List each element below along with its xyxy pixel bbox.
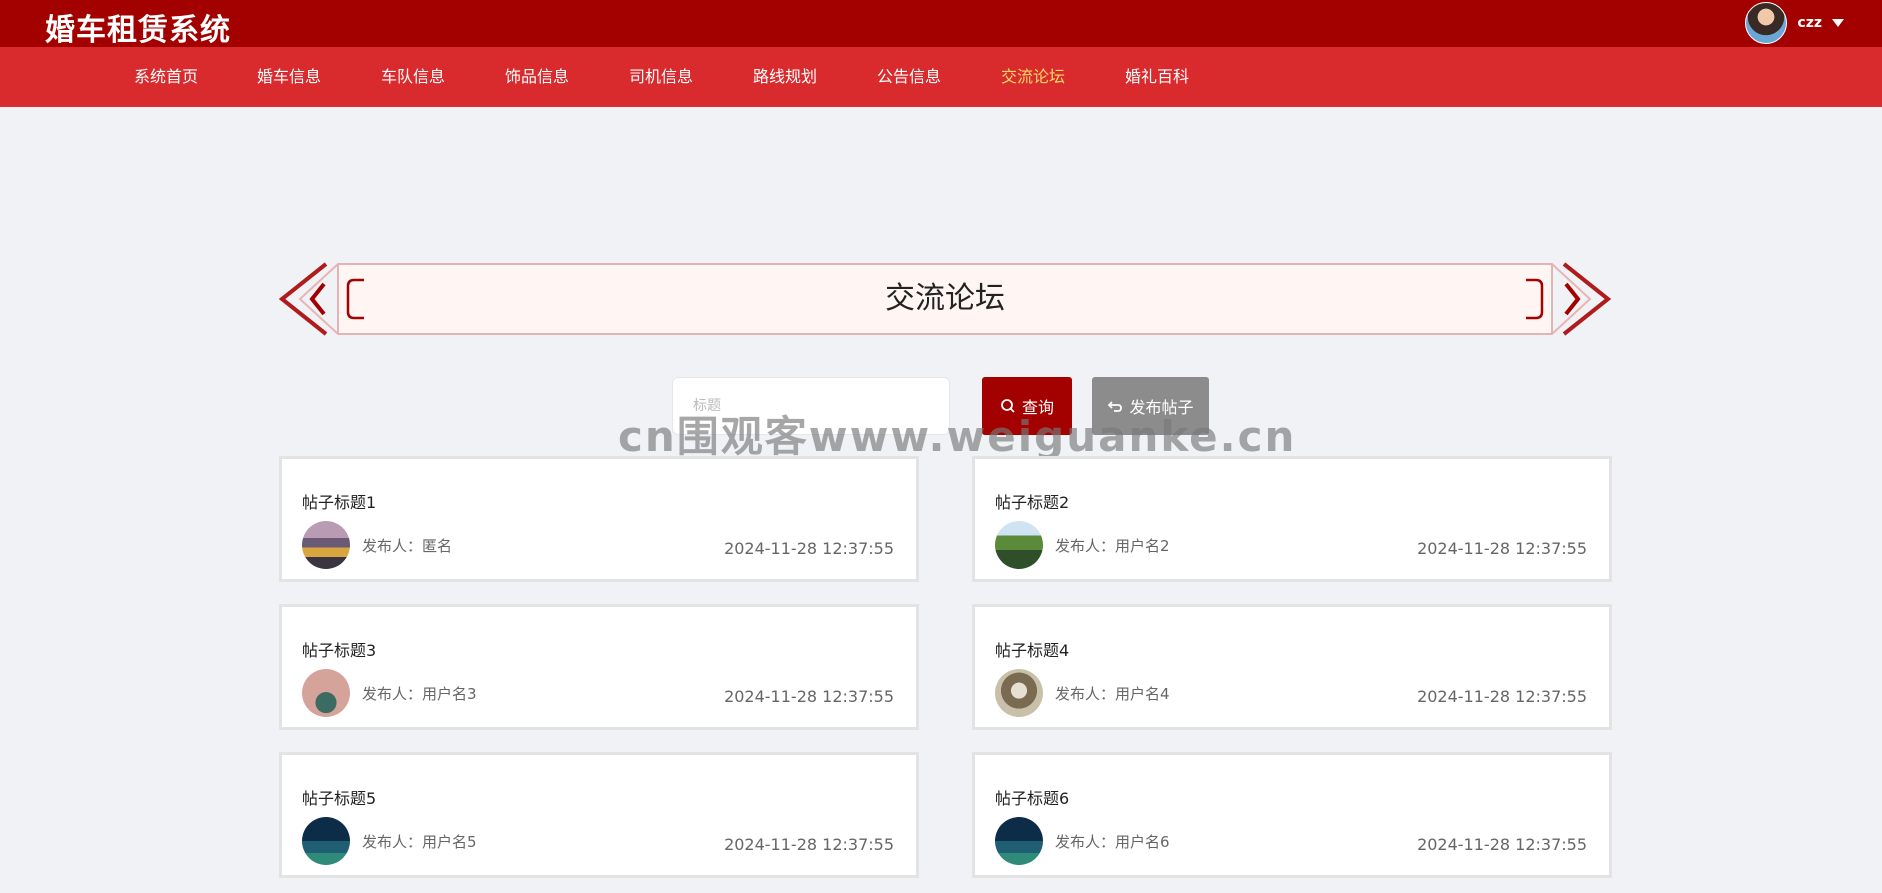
query-button-label: 查询 xyxy=(1021,398,1054,417)
page-title: 交流论坛 xyxy=(885,281,1005,316)
post-title[interactable]: 帖子标题5 xyxy=(302,785,376,809)
post-time: 2024-11-28 12:37:55 xyxy=(1417,687,1587,706)
post-avatar xyxy=(302,521,350,569)
post-avatar xyxy=(995,521,1043,569)
post-card[interactable]: 帖子标题1 发布人：匿名 2024-11-28 12:37:55 xyxy=(279,456,919,582)
post-card[interactable]: 帖子标题6 发布人：用户名6 2024-11-28 12:37:55 xyxy=(972,752,1612,878)
post-author: 发布人：匿名 xyxy=(362,537,453,555)
nav-item-wedding-cars[interactable]: 婚车信息 xyxy=(257,47,321,107)
nav-item-fleet[interactable]: 车队信息 xyxy=(381,47,445,107)
search-icon xyxy=(1001,399,1015,413)
nav-item-home[interactable]: 系统首页 xyxy=(134,47,198,107)
query-button[interactable]: 查询 xyxy=(982,377,1072,435)
post-avatar xyxy=(995,817,1043,865)
user-avatar[interactable] xyxy=(1745,2,1788,44)
post-time: 2024-11-28 12:37:55 xyxy=(724,687,894,706)
post-card[interactable]: 帖子标题4 发布人：用户名4 2024-11-28 12:37:55 xyxy=(972,604,1612,730)
post-author: 发布人：用户名4 xyxy=(1055,685,1170,703)
post-time: 2024-11-28 12:37:55 xyxy=(724,539,894,558)
post-topic-button[interactable]: 发布帖子 xyxy=(1092,377,1209,435)
post-title[interactable]: 帖子标题2 xyxy=(995,489,1069,513)
post-avatar xyxy=(302,817,350,865)
post-title[interactable]: 帖子标题3 xyxy=(302,637,376,661)
user-name[interactable]: czz xyxy=(1797,15,1822,31)
nav-item-notices[interactable]: 公告信息 xyxy=(877,47,941,107)
post-avatar xyxy=(302,669,350,717)
nav-item-routes[interactable]: 路线规划 xyxy=(753,47,817,107)
nav-item-forum[interactable]: 交流论坛 xyxy=(1001,47,1065,107)
title-search-input[interactable] xyxy=(672,377,950,435)
post-title[interactable]: 帖子标题4 xyxy=(995,637,1069,661)
page-title-banner: 交流论坛 xyxy=(278,262,1612,336)
post-card[interactable]: 帖子标题3 发布人：用户名3 2024-11-28 12:37:55 xyxy=(279,604,919,730)
post-time: 2024-11-28 12:37:55 xyxy=(1417,835,1587,854)
nav-item-accessories[interactable]: 饰品信息 xyxy=(505,47,569,107)
post-time: 2024-11-28 12:37:55 xyxy=(1417,539,1587,558)
post-avatar xyxy=(995,669,1043,717)
post-time: 2024-11-28 12:37:55 xyxy=(724,835,894,854)
nav-item-drivers[interactable]: 司机信息 xyxy=(629,47,693,107)
post-card[interactable]: 帖子标题2 发布人：用户名2 2024-11-28 12:37:55 xyxy=(972,456,1612,582)
post-title[interactable]: 帖子标题6 xyxy=(995,785,1069,809)
post-title[interactable]: 帖子标题1 xyxy=(302,489,376,513)
post-card[interactable]: 帖子标题5 发布人：用户名5 2024-11-28 12:37:55 xyxy=(279,752,919,878)
post-button-label: 发布帖子 xyxy=(1129,398,1194,417)
post-author: 发布人：用户名3 xyxy=(362,685,477,703)
nav-item-wiki[interactable]: 婚礼百科 xyxy=(1125,47,1189,107)
app-title: 婚车租赁系统 xyxy=(45,13,231,48)
user-menu[interactable]: czz xyxy=(1745,2,1844,44)
post-author: 发布人：用户名6 xyxy=(1055,833,1170,851)
post-author: 发布人：用户名2 xyxy=(1055,537,1170,555)
top-bar: 婚车租赁系统 czz xyxy=(0,0,1882,48)
caret-down-icon[interactable] xyxy=(1832,19,1844,27)
main-nav: 系统首页 婚车信息 车队信息 饰品信息 司机信息 路线规划 公告信息 交流论坛 … xyxy=(0,47,1882,107)
return-icon xyxy=(1108,401,1123,412)
post-author: 发布人：用户名5 xyxy=(362,833,477,851)
